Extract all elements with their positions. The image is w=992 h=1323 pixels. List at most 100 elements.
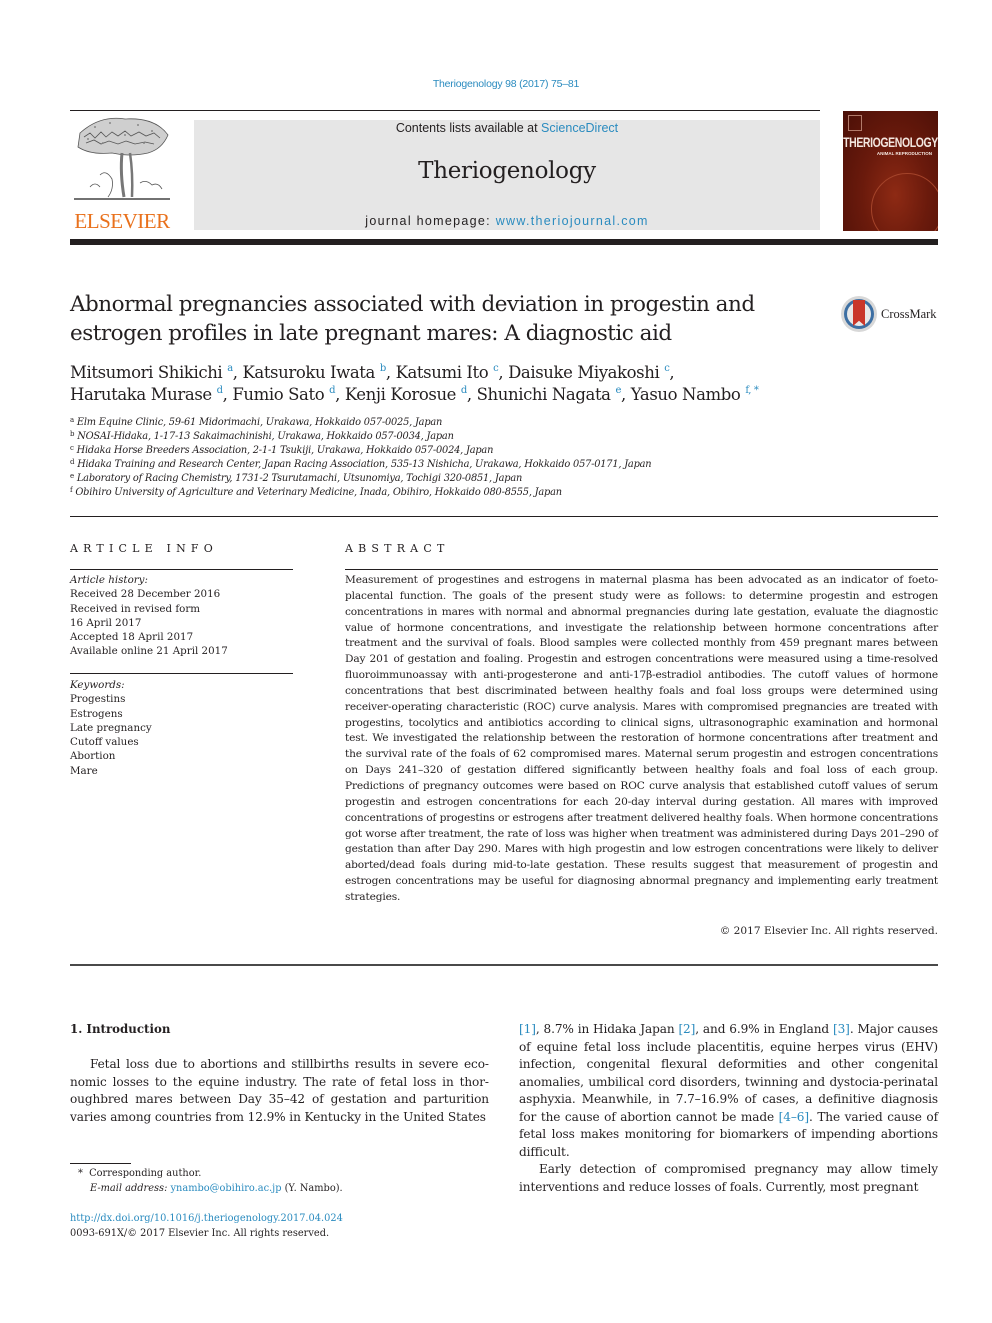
keyword: Cutoff values bbox=[70, 736, 139, 749]
affiliation-list: a Elm Equine Clinic, 59-61 Midorimachi, … bbox=[70, 416, 870, 500]
doi-link[interactable]: http://dx.doi.org/10.1016/j.theriogenolo… bbox=[70, 1211, 490, 1226]
author[interactable]: Katsuroku Iwata b bbox=[242, 363, 386, 382]
history-item: 16 April 2017 bbox=[70, 616, 142, 629]
email-label: E-mail address: bbox=[90, 1183, 168, 1194]
contents-prefix: Contents lists available at bbox=[395, 121, 542, 135]
footnote: * Corresponding author. E-mail address: … bbox=[70, 1166, 490, 1196]
author[interactable]: Yasuo Nambo f, * bbox=[631, 385, 759, 404]
body-paragraph: Early detection of compromised pregnancy… bbox=[519, 1162, 938, 1194]
affiliation: c Hidaka Horse Breeders Association, 2-1… bbox=[70, 444, 870, 458]
running-head[interactable]: Theriogenology 98 (2017) 75–81 bbox=[0, 78, 992, 90]
affiliation-key: a bbox=[70, 416, 74, 424]
author-name: Katsumi Ito bbox=[395, 363, 489, 382]
crossmark-icon bbox=[841, 296, 877, 332]
author[interactable]: Harutaka Murase d bbox=[70, 385, 223, 404]
body-paragraph: Fetal loss due to abortions and stillbir… bbox=[70, 1057, 489, 1124]
elsevier-wordmark: ELSEVIER bbox=[74, 209, 170, 233]
corresponding-author-text: Corresponding author. bbox=[89, 1168, 202, 1179]
author-separator: , bbox=[466, 385, 477, 404]
author-separator: , bbox=[222, 385, 233, 404]
author[interactable]: Mitsumori Shikichi a bbox=[70, 363, 233, 382]
article-history-label: Article history: bbox=[70, 574, 148, 586]
footnote-rule bbox=[70, 1163, 131, 1164]
body-paragraph: [1], 8.7% in Hidaka Japan [2], and 6.9% … bbox=[519, 1021, 938, 1161]
email-link[interactable]: ynambo@obihiro.ac.jp bbox=[171, 1183, 282, 1194]
author-separator: , bbox=[621, 385, 631, 404]
keyword: Progestins bbox=[70, 693, 126, 706]
divider bbox=[70, 964, 938, 966]
affiliation: a Elm Equine Clinic, 59-61 Midorimachi, … bbox=[70, 416, 870, 430]
author-separator: , bbox=[232, 363, 243, 382]
doi-block: http://dx.doi.org/10.1016/j.theriogenolo… bbox=[70, 1211, 490, 1241]
abstract-copyright: © 2017 Elsevier Inc. All rights reserved… bbox=[719, 925, 938, 937]
author-name: Yasuo Nambo bbox=[630, 385, 741, 404]
author-name: Fumio Sato bbox=[232, 385, 325, 404]
journal-homepage-link[interactable]: www.theriojournal.com bbox=[496, 214, 649, 228]
divider bbox=[70, 569, 293, 570]
citation-link[interactable]: [4–6] bbox=[779, 1110, 809, 1124]
keywords: Keywords: Progestins Estrogens Late preg… bbox=[70, 678, 300, 778]
author-separator: , bbox=[669, 363, 675, 382]
affiliation-key: d bbox=[70, 458, 75, 466]
author[interactable]: Daisuke Miyakoshi c bbox=[508, 363, 670, 382]
divider bbox=[70, 673, 293, 674]
history-item: Received in revised form bbox=[70, 602, 201, 615]
affiliation: f Obihiro University of Agriculture and … bbox=[70, 486, 870, 500]
contents-available-line: Contents lists available at ScienceDirec… bbox=[194, 121, 820, 135]
body-column-right: [1], 8.7% in Hidaka Japan [2], and 6.9% … bbox=[519, 1021, 938, 1196]
author-name: Mitsumori Shikichi bbox=[70, 363, 223, 382]
top-rule bbox=[70, 110, 820, 111]
affiliation-text: Hidaka Horse Breeders Association, 2-1-1… bbox=[76, 445, 494, 456]
journal-citation-link[interactable]: Theriogenology 98 (2017) 75–81 bbox=[433, 78, 580, 90]
author-list: Mitsumori Shikichi a, Katsuroku Iwata b,… bbox=[70, 362, 870, 406]
header-thick-rule bbox=[70, 239, 938, 245]
author[interactable]: Kenji Korosue d bbox=[345, 385, 467, 404]
email-suffix: (Y. Nambo). bbox=[281, 1183, 343, 1194]
keywords-label: Keywords: bbox=[70, 679, 125, 691]
history-item: Received 28 December 2016 bbox=[70, 588, 221, 601]
affiliation-text: Obihiro University of Agriculture and Ve… bbox=[75, 487, 562, 498]
crossmark-label: CrossMark bbox=[881, 307, 937, 321]
history-item: Accepted 18 April 2017 bbox=[70, 631, 194, 644]
author-separator: , bbox=[498, 363, 509, 382]
issn-copyright: 0093-691X/© 2017 Elsevier Inc. All right… bbox=[70, 1228, 330, 1239]
body-text: , 8.7% in Hidaka Japan bbox=[535, 1022, 679, 1036]
author-name: Katsuroku Iwata bbox=[242, 363, 375, 382]
cover-subtitle: ANIMAL REPRODUCTION bbox=[876, 151, 932, 156]
author[interactable]: Katsumi Ito c bbox=[396, 363, 499, 382]
author[interactable]: Shunichi Nagata e bbox=[476, 385, 622, 404]
cover-oocyte-graphic bbox=[871, 173, 938, 231]
author-separator: , bbox=[335, 385, 345, 404]
affiliation-key: b bbox=[70, 430, 75, 438]
author[interactable]: Fumio Sato d bbox=[232, 385, 335, 404]
journal-homepage-line: journal homepage: www.theriojournal.com bbox=[194, 214, 820, 228]
divider bbox=[345, 569, 938, 570]
abstract-heading: ABSTRACT bbox=[345, 542, 450, 555]
keyword: Abortion bbox=[70, 750, 116, 763]
elsevier-tree-icon bbox=[74, 117, 170, 200]
journal-cover-image[interactable]: THERIOGENOLOGY ANIMAL REPRODUCTION bbox=[843, 111, 938, 231]
affiliation: b NOSAI-Hidaka, 1-17-13 Sakaimachinishi,… bbox=[70, 430, 870, 444]
body-text: , and 6.9% in England bbox=[695, 1022, 833, 1036]
affiliation-key: f bbox=[70, 486, 73, 494]
footnote-marker: * bbox=[78, 1168, 83, 1179]
affiliation-text: Elm Equine Clinic, 59-61 Midorimachi, Ur… bbox=[76, 417, 443, 428]
abstract-text: Measurement of progestines and estrogens… bbox=[345, 574, 938, 903]
cover-publisher-mark bbox=[848, 115, 862, 131]
crossmark-button[interactable]: CrossMark bbox=[841, 296, 941, 336]
article-info-heading: ARTICLE INFO bbox=[70, 542, 218, 555]
affiliation-text: Hidaka Training and Research Center, Jap… bbox=[77, 459, 652, 470]
affiliation: e Laboratory of Racing Chemistry, 1731-2… bbox=[70, 472, 870, 486]
affiliation-key: e bbox=[70, 472, 74, 480]
elsevier-logo[interactable]: ELSEVIER bbox=[70, 113, 174, 233]
journal-name: Theriogenology bbox=[418, 158, 596, 184]
sciencedirect-link[interactable]: ScienceDirect bbox=[541, 121, 618, 135]
cover-title: THERIOGENOLOGY bbox=[843, 134, 938, 152]
author-name: Shunichi Nagata bbox=[476, 385, 611, 404]
citation-link[interactable]: [3] bbox=[833, 1022, 850, 1036]
email-line: E-mail address: ynambo@obihiro.ac.jp (Y.… bbox=[70, 1181, 490, 1196]
divider bbox=[70, 516, 938, 517]
citation-link[interactable]: [1] bbox=[519, 1022, 536, 1036]
citation-link[interactable]: [2] bbox=[678, 1022, 695, 1036]
author-affiliation-ref[interactable]: f, * bbox=[745, 385, 759, 396]
